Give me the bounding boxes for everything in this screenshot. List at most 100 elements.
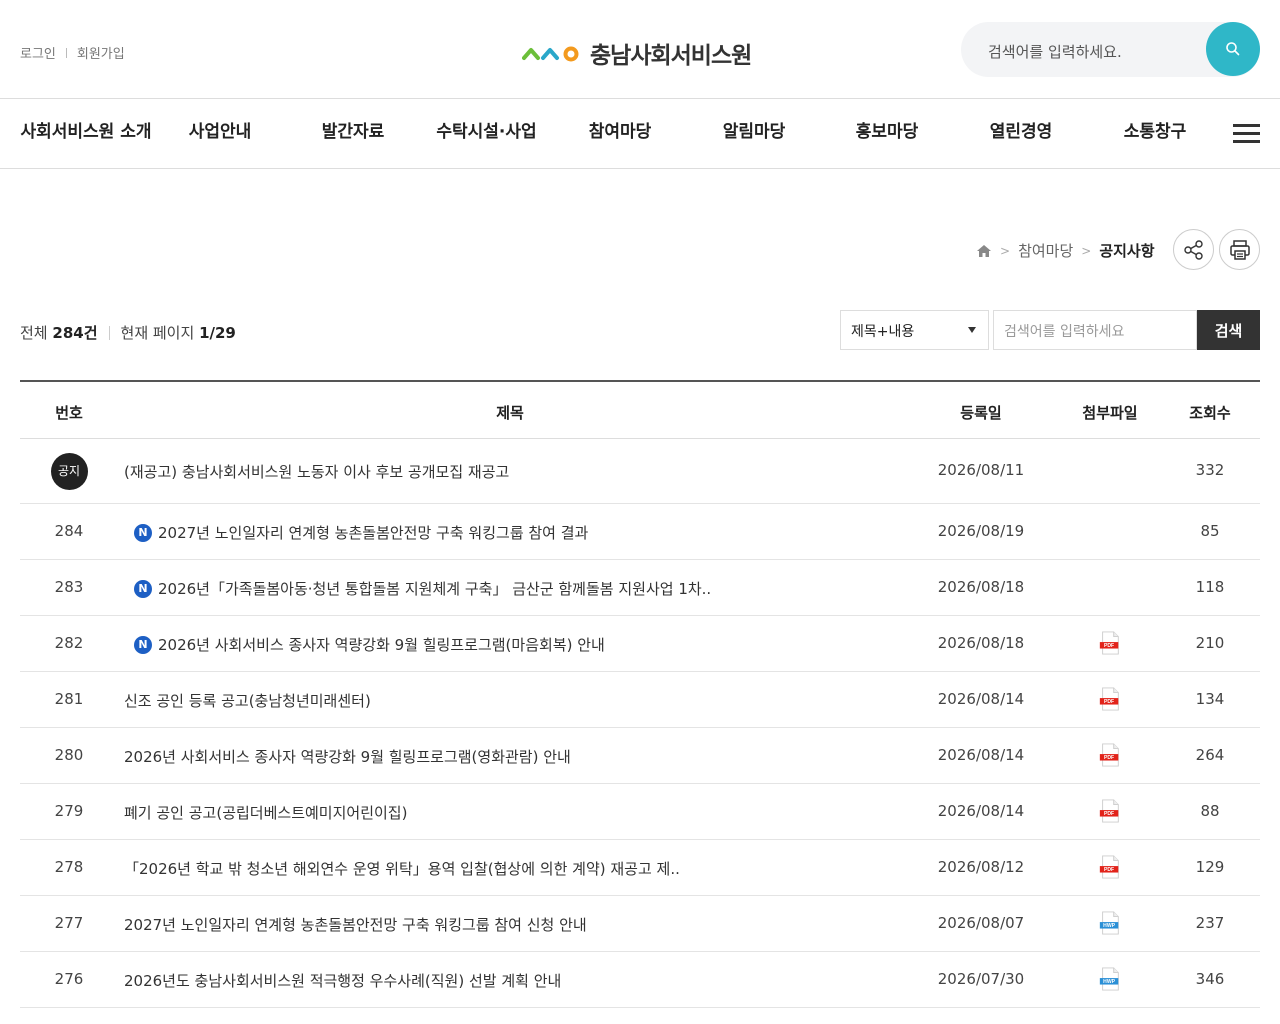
new-badge-icon: N (134, 523, 152, 542)
row-views: 237 (1195, 914, 1225, 932)
svg-text:PDF: PDF (1104, 811, 1114, 817)
nav-item-participation[interactable]: 참여마당 (570, 99, 670, 148)
nav-item-publications[interactable]: 발간자료 (303, 99, 403, 148)
pdf-file-icon[interactable]: PDF (1098, 687, 1122, 715)
row-date: 2026/08/07 (937, 914, 1025, 932)
pdf-file-icon[interactable]: PDF (1098, 855, 1122, 883)
pdf-file-icon[interactable]: PDF (1098, 631, 1122, 659)
row-title-text: 2026년「가족돌봄아동·청년 통합돌봄 지원체계 구축」 금산군 함께돌봄 지… (158, 580, 712, 598)
table-row[interactable]: 279 폐기 공인 공고(공립더베스트예미지어린이집) 2026/08/14 PDF 8… (20, 784, 1260, 840)
breadcrumb: > 참여마당 > 공지사항 (976, 240, 1155, 261)
chevron-right-icon: > (1000, 243, 1011, 258)
site-header: 로그인 회원가입 충남사회서비스원 검색어를 입력하세요. (0, 0, 1280, 98)
table-row[interactable]: 282 N 2026년 사회서비스 종사자 역량강화 9월 힐링프로그램(마음회복)… (20, 616, 1260, 672)
row-title-text: 2026년도 충남사회서비스원 적극행정 우수사례(직원) 선발 계획 안내 (124, 972, 562, 990)
row-date: 2026/08/18 (937, 578, 1025, 596)
row-title-text: 신조 공인 등록 공고(충남청년미래센터) (124, 692, 371, 710)
nav-item-about[interactable]: 사회서비스원 소개 (20, 99, 152, 148)
header-search-input[interactable]: 검색어를 입력하세요. (988, 41, 1122, 62)
row-number: 277 (54, 914, 84, 932)
board-search-button[interactable]: 검색 (1197, 310, 1260, 350)
pdf-file-icon[interactable]: PDF (1098, 799, 1122, 827)
row-number: 279 (54, 802, 84, 820)
home-icon[interactable] (976, 244, 992, 258)
svg-text:HWP: HWP (1103, 979, 1115, 985)
hwp-file-icon[interactable]: HWP (1098, 911, 1122, 939)
row-number: 282 (54, 634, 84, 652)
table-row[interactable]: 280 2026년 사회서비스 종사자 역량강화 9월 힐링프로그램(영화관람) … (20, 728, 1260, 784)
site-logo[interactable]: 충남사회서비스원 (522, 36, 752, 70)
table-row[interactable]: 278 「2026년 학교 밖 청소년 해외연수 운영 위탁」용역 입찰(협상에 … (20, 840, 1260, 896)
row-number: 281 (54, 690, 84, 708)
util-links: 로그인 회원가입 (20, 43, 125, 62)
breadcrumb-level1[interactable]: 참여마당 (1018, 240, 1073, 261)
nav-item-notice[interactable]: 알림마당 (704, 99, 804, 148)
col-title: 제목 (496, 404, 524, 422)
util-divider (65, 47, 67, 58)
share-icon (1183, 239, 1203, 260)
table-row[interactable]: 277 2027년 노인일자리 연계형 농촌돌봄안전망 구축 워킹그룹 참여 신청… (20, 896, 1260, 952)
col-views: 조회수 (1189, 404, 1231, 422)
row-title-text: 폐기 공인 공고(공립더베스트예미지어린이집) (124, 804, 408, 822)
table-row[interactable]: 283 N 2026년「가족돌봄아동·청년 통합돌봄 지원체계 구축」 금산군 함께… (20, 560, 1260, 616)
row-title-link[interactable]: N 2027년 노인일자리 연계형 농촌돌봄안전망 구축 워킹그룹 참여 결과 (124, 522, 588, 543)
header-search-button[interactable] (1206, 22, 1260, 76)
page-label: 현재 페이지 (120, 324, 195, 342)
main-nav: 사회서비스원 소개 사업안내 발간자료 수탁시설·사업 참여마당 알림마당 홍보… (0, 98, 1280, 169)
row-views: 129 (1195, 858, 1225, 876)
row-number: 280 (54, 746, 84, 764)
table-row[interactable]: 281 신조 공인 등록 공고(충남청년미래센터) 2026/08/14 PDF 134 (20, 672, 1260, 728)
search-field-value: 제목+내용 (851, 324, 915, 340)
pdf-file-icon[interactable]: PDF (1098, 743, 1122, 771)
row-title-link[interactable]: 2027년 노인일자리 연계형 농촌돌봄안전망 구축 워킹그룹 참여 신청 안내 (124, 914, 587, 935)
row-title-link[interactable]: N 2026년 사회서비스 종사자 역량강화 9월 힐링프로그램(마음회복) 안내 (124, 634, 605, 655)
row-title-link[interactable]: 2026년도 충남사회서비스원 적극행정 우수사례(직원) 선발 계획 안내 (124, 970, 561, 991)
board-search-input[interactable]: 검색어를 입력하세요 (993, 310, 1197, 350)
join-link[interactable]: 회원가입 (77, 43, 125, 62)
row-title-text: 2027년 노인일자리 연계형 농촌돌봄안전망 구축 워킹그룹 참여 신청 안내 (124, 916, 587, 934)
table-row-notice[interactable]: 공지 (재공고) 충남사회서비스원 노동자 이사 후보 공개모집 재공고 202… (20, 439, 1260, 504)
row-date: 2026/08/14 (937, 746, 1025, 764)
row-views: 118 (1195, 578, 1225, 596)
new-badge-icon: N (134, 579, 152, 598)
row-number: 276 (54, 970, 84, 988)
col-date: 등록일 (960, 404, 1002, 422)
row-title-text: 「2026년 학교 밖 청소년 해외연수 운영 위탁」용역 입찰(협상에 의한 … (124, 860, 680, 878)
nav-item-facilities[interactable]: 수탁시설·사업 (420, 99, 553, 148)
row-date: 2026/08/12 (937, 858, 1025, 876)
svg-text:PDF: PDF (1104, 699, 1114, 705)
search-icon (1226, 42, 1240, 56)
login-link[interactable]: 로그인 (20, 43, 56, 62)
board-table: 번호 제목 등록일 첨부파일 조회수 공지 (재공고) 충남사회서비스원 노동자… (20, 380, 1260, 1008)
table-row[interactable]: 284 N 2027년 노인일자리 연계형 농촌돌봄안전망 구축 워킹그룹 참여 결… (20, 504, 1260, 560)
row-title-link[interactable]: N 2026년「가족돌봄아동·청년 통합돌봄 지원체계 구축」 금산군 함께돌봄 … (124, 578, 711, 599)
svg-text:PDF: PDF (1104, 643, 1114, 649)
chevron-right-icon: > (1081, 243, 1092, 258)
print-button[interactable] (1219, 229, 1260, 270)
svg-text:PDF: PDF (1104, 755, 1114, 761)
row-title-link[interactable]: 2026년 사회서비스 종사자 역량강화 9월 힐링프로그램(영화관람) 안내 (124, 746, 571, 767)
row-date: 2026/08/14 (937, 802, 1025, 820)
row-number: 278 (54, 858, 84, 876)
row-title-text: 2027년 노인일자리 연계형 농촌돌봄안전망 구축 워킹그룹 참여 결과 (158, 524, 589, 542)
col-attachment: 첨부파일 (1082, 404, 1138, 422)
logo-mark-icon (522, 46, 579, 62)
nav-item-business[interactable]: 사업안내 (170, 99, 270, 148)
row-title-link[interactable]: 폐기 공인 공고(공립더베스트예미지어린이집) (124, 802, 407, 823)
row-title-link[interactable]: (재공고) 충남사회서비스원 노동자 이사 후보 공개모집 재공고 (124, 461, 509, 482)
row-title-text: 2026년 사회서비스 종사자 역량강화 9월 힐링프로그램(마음회복) 안내 (158, 636, 605, 654)
search-field-select[interactable]: 제목+내용 (840, 310, 989, 350)
share-button[interactable] (1173, 229, 1214, 270)
row-views: 134 (1195, 690, 1225, 708)
nav-item-pr[interactable]: 홍보마당 (837, 99, 937, 148)
row-title-link[interactable]: 신조 공인 등록 공고(충남청년미래센터) (124, 690, 371, 711)
hwp-file-icon[interactable]: HWP (1098, 967, 1122, 995)
table-row[interactable]: 276 2026년도 충남사회서비스원 적극행정 우수사례(직원) 선발 계획 안… (20, 952, 1260, 1008)
breadcrumb-current: 공지사항 (1099, 242, 1155, 260)
menu-icon[interactable] (1233, 124, 1260, 144)
row-views: 264 (1195, 746, 1225, 764)
nav-item-open-management[interactable]: 열린경영 (971, 99, 1071, 148)
svg-text:HWP: HWP (1103, 923, 1115, 929)
row-title-link[interactable]: 「2026년 학교 밖 청소년 해외연수 운영 위탁」용역 입찰(협상에 의한 … (124, 858, 680, 879)
nav-item-communication[interactable]: 소통창구 (1105, 99, 1205, 148)
